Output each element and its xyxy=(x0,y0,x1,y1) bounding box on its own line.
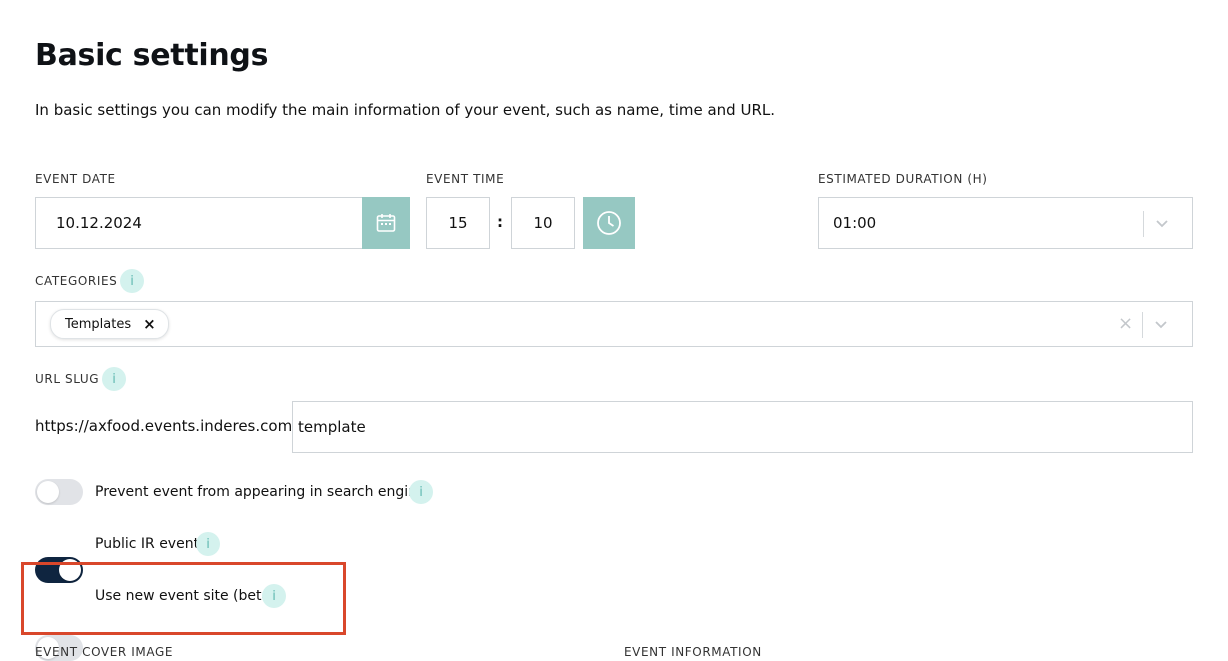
category-chip: Templates × xyxy=(50,309,169,339)
cover-image-label: EVENT COVER IMAGE xyxy=(35,645,174,659)
search-engine-toggle[interactable] xyxy=(35,479,83,505)
select-separator xyxy=(1142,312,1143,338)
event-time-label: EVENT TIME xyxy=(426,172,505,186)
categories-label: CATEGORIES xyxy=(35,274,118,288)
event-time-hour-input[interactable]: 15 xyxy=(426,197,490,249)
duration-select[interactable]: 01:00 xyxy=(818,197,1193,249)
event-time-minute: 10 xyxy=(533,214,553,232)
clock-button[interactable] xyxy=(583,197,635,249)
duration-value: 01:00 xyxy=(833,214,877,232)
new-event-site-toggle-label: Use new event site (beta) xyxy=(95,588,276,604)
event-information-label: EVENT INFORMATION xyxy=(624,645,762,659)
calendar-icon xyxy=(376,214,396,232)
chip-remove-icon[interactable]: × xyxy=(143,315,156,333)
url-slug-info-icon[interactable]: i xyxy=(102,367,126,391)
url-slug-label: URL SLUG xyxy=(35,372,100,386)
page-title: Basic settings xyxy=(35,38,269,73)
event-date-label: EVENT DATE xyxy=(35,172,116,186)
url-prefix: https://axfood.events.inderes.com/ xyxy=(35,417,298,435)
event-time-minute-input[interactable]: 10 xyxy=(511,197,575,249)
page-description: In basic settings you can modify the mai… xyxy=(35,101,775,119)
duration-label: ESTIMATED DURATION (H) xyxy=(818,172,988,186)
public-ir-info-icon[interactable]: i xyxy=(196,532,220,556)
event-time-hour: 15 xyxy=(448,214,468,232)
url-slug-input[interactable]: template xyxy=(292,401,1193,453)
category-chip-label: Templates xyxy=(65,316,132,332)
chevron-down-icon[interactable] xyxy=(1153,318,1169,332)
new-event-site-info-icon[interactable]: i xyxy=(262,584,286,608)
categories-info-icon[interactable]: i xyxy=(120,269,144,293)
event-date-value: 10.12.2024 xyxy=(56,214,142,232)
url-slug-value: template xyxy=(298,418,366,436)
search-engine-info-icon[interactable]: i xyxy=(409,480,433,504)
clear-icon[interactable]: × xyxy=(1118,313,1133,334)
clock-icon xyxy=(597,211,621,235)
event-date-input[interactable]: 10.12.2024 xyxy=(35,197,363,249)
time-separator: : xyxy=(497,213,503,231)
select-separator xyxy=(1143,211,1144,237)
chevron-down-icon[interactable] xyxy=(1154,217,1170,231)
search-engine-toggle-label: Prevent event from appearing in search e… xyxy=(95,484,433,500)
categories-select[interactable]: Templates × × xyxy=(35,301,1193,347)
public-ir-toggle-label: Public IR event xyxy=(95,536,200,552)
calendar-button[interactable] xyxy=(362,197,410,249)
